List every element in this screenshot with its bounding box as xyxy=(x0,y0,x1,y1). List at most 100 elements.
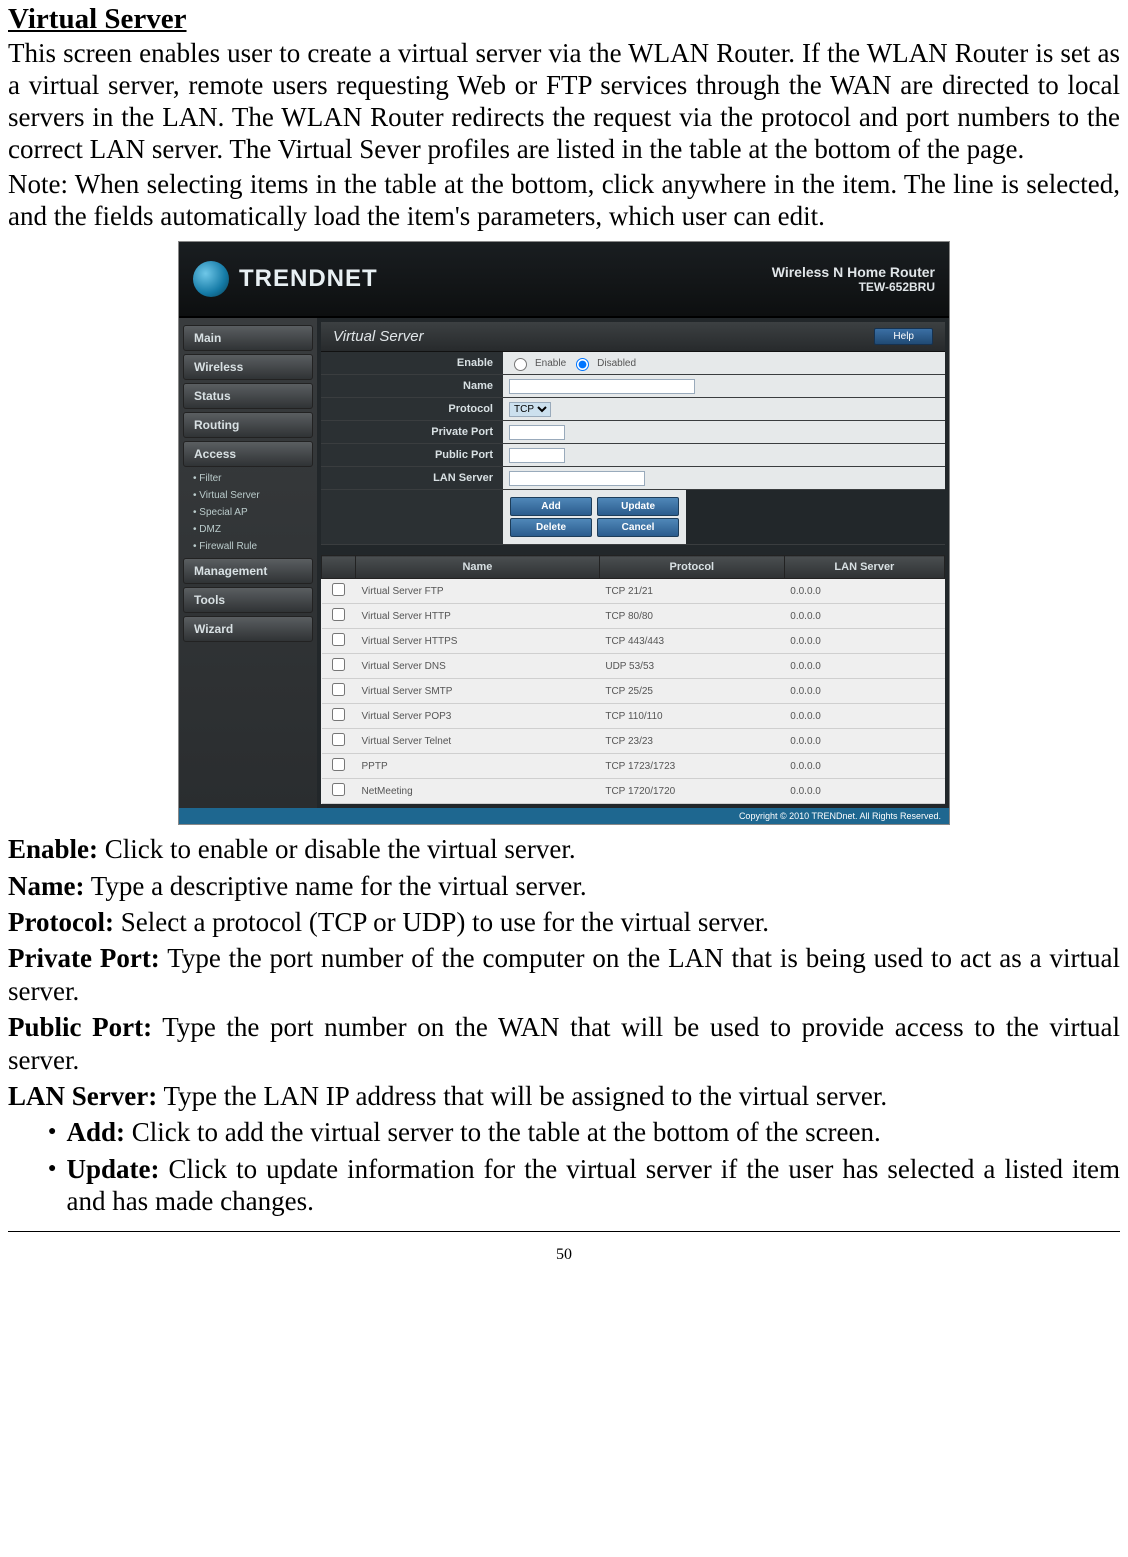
row-name: Virtual Server FTP xyxy=(356,579,600,604)
enable-opt2: Disabled xyxy=(597,358,636,369)
def-lan-h: LAN Server: xyxy=(8,1081,157,1111)
panel-title-text: Virtual Server xyxy=(333,328,424,345)
row-protocol: TCP 25/25 xyxy=(599,679,784,704)
row-protocol: TCP 21/21 xyxy=(599,579,784,604)
update-button[interactable]: Update xyxy=(597,497,679,516)
menu-access[interactable]: Access xyxy=(183,441,313,467)
row-lan: 0.0.0.0 xyxy=(784,704,944,729)
table-row[interactable]: Virtual Server TelnetTCP 23/230.0.0.0 xyxy=(322,729,945,754)
sub-vserver[interactable]: Virtual Server xyxy=(179,487,317,504)
def-name-t: Type a descriptive name for the virtual … xyxy=(84,871,586,901)
menu-wireless[interactable]: Wireless xyxy=(183,354,313,380)
menu-routing[interactable]: Routing xyxy=(183,412,313,438)
th-name: Name xyxy=(356,556,600,579)
private-label: Private Port xyxy=(321,421,503,443)
page-number: 50 xyxy=(8,1246,1120,1264)
enable-radio-disabled[interactable] xyxy=(576,358,589,371)
brand-text: TRENDNET xyxy=(239,265,772,293)
row-checkbox[interactable] xyxy=(332,583,345,596)
banner: TRENDNET Wireless N Home Router TEW-652B… xyxy=(179,242,949,318)
enable-radio-enable[interactable] xyxy=(514,358,527,371)
intro-para: This screen enables user to create a vir… xyxy=(8,38,1120,165)
bul-update-h: Update: xyxy=(66,1154,159,1184)
table-row[interactable]: Virtual Server HTTPSTCP 443/4430.0.0.0 xyxy=(322,629,945,654)
def-protocol-h: Protocol: xyxy=(8,907,114,937)
row-lan: 0.0.0.0 xyxy=(784,779,944,804)
row-protocol: TCP 443/443 xyxy=(599,629,784,654)
menu-wizard[interactable]: Wizard xyxy=(183,616,313,642)
protocol-label: Protocol xyxy=(321,398,503,420)
def-enable-h: Enable: xyxy=(8,834,98,864)
row-name: PPTP xyxy=(356,754,600,779)
menu-main[interactable]: Main xyxy=(183,325,313,351)
table-row[interactable]: PPTPTCP 1723/17230.0.0.0 xyxy=(322,754,945,779)
section-title: Virtual Server xyxy=(8,3,1120,36)
logo-icon xyxy=(193,261,229,297)
row-name: Virtual Server HTTP xyxy=(356,604,600,629)
bul-add-t: Click to add the virtual server to the t… xyxy=(125,1117,881,1147)
public-label: Public Port xyxy=(321,444,503,466)
enable-label: Enable xyxy=(321,352,503,374)
lan-label: LAN Server xyxy=(321,467,503,489)
row-lan: 0.0.0.0 xyxy=(784,654,944,679)
private-port-input[interactable] xyxy=(509,425,565,440)
enable-opt1: Enable xyxy=(535,358,566,369)
help-button[interactable]: Help xyxy=(874,328,933,345)
sub-filter[interactable]: Filter xyxy=(179,470,317,487)
delete-button[interactable]: Delete xyxy=(510,518,592,537)
name-label: Name xyxy=(321,375,503,397)
def-public-h: Public Port: xyxy=(8,1012,152,1042)
footer-rule xyxy=(8,1231,1120,1232)
th-protocol: Protocol xyxy=(599,556,784,579)
def-public-t: Type the port number on the WAN that wil… xyxy=(8,1012,1120,1074)
row-checkbox[interactable] xyxy=(332,608,345,621)
row-checkbox[interactable] xyxy=(332,783,345,796)
note-para: Note: When selecting items in the table … xyxy=(8,169,1120,233)
row-checkbox[interactable] xyxy=(332,633,345,646)
sub-specialap[interactable]: Special AP xyxy=(179,504,317,521)
table-row[interactable]: Virtual Server POP3TCP 110/1100.0.0.0 xyxy=(322,704,945,729)
row-name: Virtual Server Telnet xyxy=(356,729,600,754)
lan-server-input[interactable] xyxy=(509,471,645,486)
add-button[interactable]: Add xyxy=(510,497,592,516)
row-lan: 0.0.0.0 xyxy=(784,729,944,754)
row-name: Virtual Server SMTP xyxy=(356,679,600,704)
bullet-icon: ● xyxy=(48,1122,56,1148)
table-row[interactable]: Virtual Server SMTPTCP 25/250.0.0.0 xyxy=(322,679,945,704)
row-checkbox[interactable] xyxy=(332,733,345,746)
row-checkbox[interactable] xyxy=(332,658,345,671)
def-enable-t: Click to enable or disable the virtual s… xyxy=(98,834,576,864)
public-port-input[interactable] xyxy=(509,448,565,463)
menu-tools[interactable]: Tools xyxy=(183,587,313,613)
table-row[interactable]: Virtual Server HTTPTCP 80/800.0.0.0 xyxy=(322,604,945,629)
bullet-icon: ● xyxy=(48,1159,56,1218)
th-lan: LAN Server xyxy=(784,556,944,579)
table-row[interactable]: NetMeetingTCP 1720/17200.0.0.0 xyxy=(322,779,945,804)
row-protocol: UDP 53/53 xyxy=(599,654,784,679)
row-name: Virtual Server HTTPS xyxy=(356,629,600,654)
protocol-select[interactable]: TCP xyxy=(509,402,551,417)
def-name-h: Name: xyxy=(8,871,84,901)
menu-status[interactable]: Status xyxy=(183,383,313,409)
sub-firewall[interactable]: Firewall Rule xyxy=(179,538,317,555)
row-lan: 0.0.0.0 xyxy=(784,629,944,654)
name-input[interactable] xyxy=(509,379,695,394)
sub-dmz[interactable]: DMZ xyxy=(179,521,317,538)
row-checkbox[interactable] xyxy=(332,683,345,696)
def-private-t: Type the port number of the computer on … xyxy=(8,943,1120,1005)
table-row[interactable]: Virtual Server DNSUDP 53/530.0.0.0 xyxy=(322,654,945,679)
banner-line2: TEW-652BRU xyxy=(772,280,935,294)
row-lan: 0.0.0.0 xyxy=(784,604,944,629)
table-row[interactable]: Virtual Server FTPTCP 21/210.0.0.0 xyxy=(322,579,945,604)
row-lan: 0.0.0.0 xyxy=(784,579,944,604)
banner-line1: Wireless N Home Router xyxy=(772,264,935,280)
menu-management[interactable]: Management xyxy=(183,558,313,584)
row-protocol: TCP 23/23 xyxy=(599,729,784,754)
row-checkbox[interactable] xyxy=(332,708,345,721)
cancel-button[interactable]: Cancel xyxy=(597,518,679,537)
row-lan: 0.0.0.0 xyxy=(784,679,944,704)
row-protocol: TCP 110/110 xyxy=(599,704,784,729)
bul-add-h: Add: xyxy=(66,1117,125,1147)
main-panel: Virtual Server Help Enable Enable Disabl… xyxy=(317,318,949,808)
row-checkbox[interactable] xyxy=(332,758,345,771)
